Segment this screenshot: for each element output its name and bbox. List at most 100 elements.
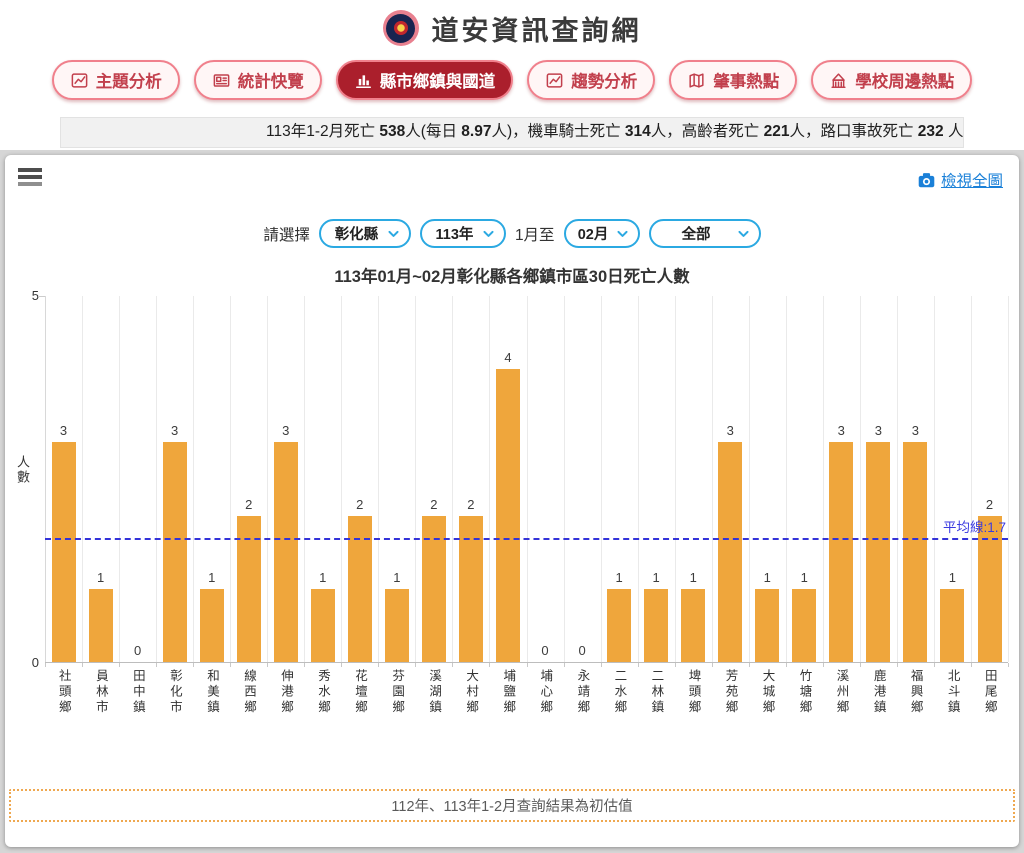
x-tick-mark (304, 663, 305, 667)
x-tick-mark (45, 663, 46, 667)
bar-value-label: 3 (171, 423, 178, 438)
top-bar: 道安資訊查詢網 主題分析 統計快覽 縣市鄉鎮與國道 趨勢分析 肇事熱點 學校周邊熱點 11… (0, 0, 1024, 150)
year-select[interactable]: 113年 (420, 219, 506, 248)
x-axis-label: 永靖鄉 (576, 669, 589, 716)
chevron-down-icon (737, 227, 750, 240)
bar-員林市 (89, 589, 113, 662)
bar-value-label: 3 (838, 423, 845, 438)
nav-button-label: 主題分析 (96, 68, 162, 92)
x-tick-mark (712, 663, 713, 667)
bar-value-label: 2 (986, 497, 993, 512)
x-axis-label: 鹿港鎮 (872, 669, 885, 716)
police-emblem-icon (383, 10, 419, 46)
bar-value-label: 3 (875, 423, 882, 438)
x-axis-label: 和美鎮 (205, 669, 218, 716)
gridline (193, 296, 194, 662)
gridline (82, 296, 83, 662)
nav-button-1[interactable]: 統計快覽 (194, 60, 322, 100)
bar-value-label: 1 (949, 570, 956, 585)
bar-彰化市 (163, 442, 187, 662)
bar-秀水鄉 (311, 589, 335, 662)
gridline (934, 296, 935, 662)
x-axis-label: 伸港鄉 (280, 669, 293, 716)
camera-icon (918, 173, 935, 188)
x-axis-label: 秀水鄉 (317, 669, 330, 716)
bar-value-label: 2 (356, 497, 363, 512)
gridline (230, 296, 231, 662)
x-tick-mark (638, 663, 639, 667)
nav-button-2[interactable]: 縣市鄉鎮與國道 (336, 60, 514, 100)
bar-value-label: 3 (727, 423, 734, 438)
bar-value-label: 0 (541, 643, 548, 658)
x-tick-mark (527, 663, 528, 667)
nav-button-0[interactable]: 主題分析 (52, 60, 180, 100)
nav-button-label: 縣市鄉鎮與國道 (380, 68, 496, 92)
map-icon (687, 71, 706, 90)
gridline (119, 296, 120, 662)
x-axis-label: 福興鄉 (909, 669, 922, 716)
x-tick-mark (564, 663, 565, 667)
nav-button-label: 學校周邊熱點 (855, 68, 954, 92)
nav-button-5[interactable]: 學校周邊熱點 (811, 60, 972, 100)
x-axis-label: 埤頭鄉 (687, 669, 700, 716)
x-axis-label: 彰化市 (168, 669, 181, 716)
gridline (378, 296, 379, 662)
bar-芳苑鄉 (718, 442, 742, 662)
y-axis-title: 人數 (13, 455, 32, 485)
x-tick-mark (415, 663, 416, 667)
x-axis-label: 二林鎮 (650, 669, 663, 716)
x-axis-label: 埔鹽鄉 (502, 669, 515, 716)
nav-button-4[interactable]: 肇事熱點 (669, 60, 797, 100)
bar-value-label: 1 (690, 570, 697, 585)
x-axis-label: 田尾鄉 (983, 669, 996, 716)
average-line (45, 538, 1008, 540)
bar-鹿港鎮 (866, 442, 890, 662)
county-select[interactable]: 彰化縣 (319, 219, 411, 248)
x-tick-mark (934, 663, 935, 667)
gridline (897, 296, 898, 662)
x-tick-mark (452, 663, 453, 667)
x-tick-mark (341, 663, 342, 667)
bar-value-label: 2 (245, 497, 252, 512)
nav-buttons: 主題分析 統計快覽 縣市鄉鎮與國道 趨勢分析 肇事熱點 學校周邊熱點 (0, 58, 1024, 102)
area-chart-icon (70, 71, 89, 90)
area-select[interactable]: 全部 (649, 219, 761, 248)
newspaper-icon (212, 71, 231, 90)
bar-value-label: 4 (504, 350, 511, 365)
gridline (564, 296, 565, 662)
bar-value-label: 3 (60, 423, 67, 438)
x-axis-label: 埔心鄉 (539, 669, 552, 716)
stats-ticker: 113年1-2月死亡 538人(每日 8.97人)，機車騎士死亡 314人，高齡… (60, 117, 964, 148)
nav-button-label: 肇事熱點 (713, 68, 779, 92)
y-axis-tick-min: 0 (19, 655, 39, 670)
x-tick-mark (749, 663, 750, 667)
gridline (527, 296, 528, 662)
gridline (304, 296, 305, 662)
nav-button-3[interactable]: 趨勢分析 (527, 60, 655, 100)
site-title: 道安資訊查詢網 (432, 9, 642, 48)
bar-value-label: 1 (652, 570, 659, 585)
x-tick-mark (156, 663, 157, 667)
x-axis-label: 田中鎮 (131, 669, 144, 716)
chart-title: 113年01月~02月彰化縣各鄉鎮市區30日死亡人數 (5, 263, 1019, 287)
gridline (267, 296, 268, 662)
gridline (45, 296, 46, 662)
hamburger-menu-icon[interactable] (18, 168, 42, 186)
range-join-label: 1月至 (515, 223, 555, 245)
bar-value-label: 3 (282, 423, 289, 438)
bar-大城鄉 (755, 589, 779, 662)
chart-panel: 檢視全圖 請選擇 彰化縣 113年 1月至 02月 全部 113年01月~02月… (5, 155, 1019, 847)
gridline (638, 296, 639, 662)
bar-value-label: 2 (430, 497, 437, 512)
x-axis-label: 員林市 (94, 669, 107, 716)
gridline (601, 296, 602, 662)
x-tick-mark (860, 663, 861, 667)
x-axis-line (45, 662, 1008, 663)
view-full-image-button[interactable]: 檢視全圖 (918, 169, 1003, 191)
gridline (786, 296, 787, 662)
bar-溪州鄉 (829, 442, 853, 662)
x-tick-mark (267, 663, 268, 667)
bar-chart-icon (354, 71, 373, 90)
month-select[interactable]: 02月 (564, 219, 640, 248)
nav-button-label: 趨勢分析 (571, 68, 637, 92)
